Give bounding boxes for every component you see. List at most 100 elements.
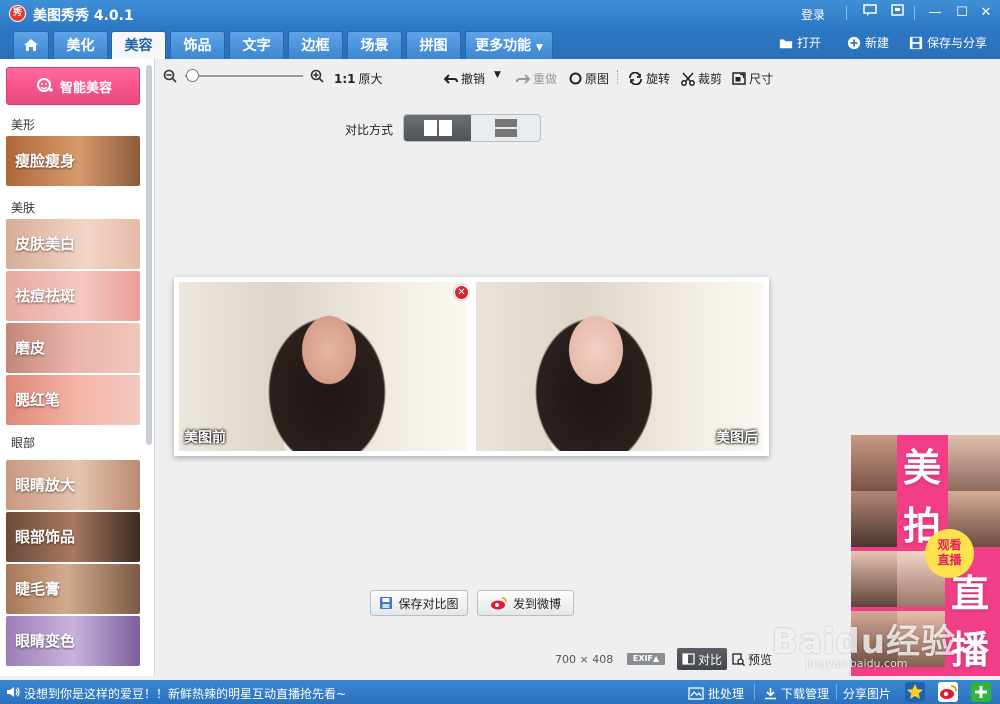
save-icon bbox=[380, 597, 393, 609]
batch-icon bbox=[688, 687, 704, 700]
smart-beauty-button[interactable]: 智能美容 bbox=[6, 67, 140, 105]
chat-icon[interactable] bbox=[860, 4, 880, 22]
circle-icon bbox=[569, 72, 582, 85]
weibo-icon bbox=[490, 597, 507, 610]
maximize-button[interactable]: ☐ bbox=[952, 4, 972, 22]
home-tab[interactable] bbox=[13, 31, 49, 59]
undo-button[interactable]: 撤销 bbox=[444, 70, 485, 87]
zoom-in-icon[interactable] bbox=[310, 69, 324, 83]
toolbar-separator bbox=[617, 70, 618, 84]
photo-divider bbox=[469, 282, 475, 451]
zoom-slider-handle[interactable] bbox=[185, 69, 199, 82]
tab-collage[interactable]: 拼图 bbox=[406, 31, 461, 59]
zoom-slider[interactable] bbox=[185, 75, 303, 77]
tab-beautify[interactable]: 美化 bbox=[53, 31, 108, 59]
sidebar-item-eye-enlarge[interactable]: 眼睛放大 bbox=[6, 460, 140, 510]
sidebar-item-blush[interactable]: 腮红笔 bbox=[6, 375, 140, 425]
minimize-button[interactable]: — bbox=[925, 4, 945, 22]
tab-scene[interactable]: 场景 bbox=[347, 31, 402, 59]
image-dimensions: 700 × 408 bbox=[555, 653, 613, 666]
title-separator bbox=[846, 6, 847, 20]
skin-icon[interactable] bbox=[887, 4, 907, 22]
resize-button[interactable]: 尺寸 bbox=[732, 70, 773, 87]
original-size-button[interactable]: 1:1 原大 bbox=[334, 70, 383, 87]
side-by-side-mode-button[interactable] bbox=[404, 115, 471, 141]
qzone-icon[interactable] bbox=[905, 682, 925, 702]
badge-line: 直播 bbox=[937, 553, 962, 567]
sidebar-item-label: 眼睛变色 bbox=[15, 632, 76, 650]
sidebar-scrollbar[interactable] bbox=[146, 65, 152, 445]
tab-text[interactable]: 文字 bbox=[229, 31, 284, 59]
download-manager-button[interactable]: 下载管理 bbox=[764, 685, 829, 702]
compare-mode-toggle bbox=[403, 114, 541, 142]
image-height: 408 bbox=[592, 653, 614, 666]
before-photo: 美图前 bbox=[179, 282, 467, 451]
redo-icon bbox=[516, 73, 530, 84]
preview-button[interactable]: 预览 bbox=[732, 651, 772, 668]
sidebar: 智能美容 美形 瘦脸瘦身 美肤 皮肤美白 祛痘祛斑 磨皮 腮红笔 眼部 眼睛放大… bbox=[0, 59, 155, 676]
scissors-icon bbox=[681, 72, 695, 86]
sidebar-item-acne[interactable]: 祛痘祛斑 bbox=[6, 271, 140, 321]
preview-icon bbox=[732, 653, 745, 666]
more-share-icon[interactable] bbox=[971, 682, 991, 702]
original-size-label: 原大 bbox=[358, 72, 383, 86]
undo-icon bbox=[444, 73, 458, 84]
tab-more-features[interactable]: 更多功能 ▼ bbox=[465, 31, 553, 59]
preview-label: 预览 bbox=[748, 653, 773, 667]
save-share-button[interactable]: 保存与分享 bbox=[909, 35, 987, 51]
resize-icon bbox=[732, 72, 746, 85]
weibo-share-icon[interactable] bbox=[938, 682, 958, 702]
exif-button[interactable]: EXIF▲ bbox=[627, 653, 665, 665]
zoom-out-icon[interactable] bbox=[163, 69, 177, 83]
stacked-mode-button[interactable] bbox=[471, 115, 540, 141]
close-window-button[interactable]: ✕ bbox=[976, 4, 996, 22]
sidebar-item-label: 睫毛膏 bbox=[15, 580, 61, 598]
save-compare-button[interactable]: 保存对比图 bbox=[370, 590, 468, 616]
original-image-button[interactable]: 原图 bbox=[569, 70, 609, 87]
compare-mode-label: 对比方式 bbox=[345, 123, 394, 137]
nav-bar: 美化 美容 饰品 文字 边框 场景 拼图 更多功能 ▼ 打开 新建 保存与分享 bbox=[0, 28, 1000, 59]
resize-label: 尺寸 bbox=[749, 72, 774, 86]
post-weibo-label: 发到微博 bbox=[512, 596, 561, 611]
sidebar-item-whitening[interactable]: 皮肤美白 bbox=[6, 219, 140, 269]
tab-beauty[interactable]: 美容 bbox=[111, 31, 166, 59]
rotate-label: 旋转 bbox=[646, 72, 671, 86]
rotate-button[interactable]: 旋转 bbox=[628, 70, 670, 87]
redo-button[interactable]: 重做 bbox=[516, 70, 557, 87]
section-label-eyes: 眼部 bbox=[11, 436, 36, 450]
smart-beauty-label: 智能美容 bbox=[59, 80, 112, 96]
tab-frame[interactable]: 边框 bbox=[288, 31, 343, 59]
undo-dropdown-icon[interactable]: ▼ bbox=[494, 70, 501, 80]
app-logo-icon: 秀 bbox=[9, 5, 26, 22]
save-icon bbox=[909, 36, 923, 50]
ad-char: 美 bbox=[903, 446, 942, 490]
batch-process-button[interactable]: 批处理 bbox=[688, 685, 744, 702]
new-button[interactable]: 新建 bbox=[847, 35, 889, 51]
share-image-button[interactable]: 分享图片 bbox=[843, 685, 891, 702]
tab-accessories[interactable]: 饰品 bbox=[170, 31, 225, 59]
open-button[interactable]: 打开 bbox=[779, 35, 821, 51]
redo-label: 重做 bbox=[533, 72, 558, 86]
original-image-label: 原图 bbox=[585, 72, 610, 86]
ad-char: 播 bbox=[951, 628, 990, 672]
status-separator bbox=[836, 684, 837, 700]
compare-view-button[interactable]: 对比 bbox=[677, 648, 727, 670]
sidebar-item-eye-accessories[interactable]: 眼部饰品 bbox=[6, 512, 140, 562]
ad-photo bbox=[948, 435, 1000, 491]
sidebar-item-mascara[interactable]: 睫毛膏 bbox=[6, 564, 140, 614]
section-label-skin: 美肤 bbox=[11, 201, 36, 215]
crop-button[interactable]: 裁剪 bbox=[681, 70, 722, 87]
compare-view-label: 对比 bbox=[697, 652, 722, 667]
watch-live-badge[interactable]: 观看 直播 bbox=[925, 529, 974, 578]
close-compare-icon[interactable]: ✕ bbox=[454, 285, 469, 300]
sidebar-item-smooth[interactable]: 磨皮 bbox=[6, 323, 140, 373]
comparison-frame: 美图前 美图后 bbox=[174, 277, 769, 456]
sidebar-item-slim[interactable]: 瘦脸瘦身 bbox=[6, 136, 140, 186]
plus-circle-icon bbox=[847, 36, 861, 50]
post-weibo-button[interactable]: 发到微博 bbox=[477, 590, 574, 616]
sidebar-item-eye-color[interactable]: 眼睛变色 bbox=[6, 616, 140, 666]
sidebar-item-label: 祛痘祛斑 bbox=[15, 287, 76, 305]
login-link[interactable]: 登录 bbox=[801, 6, 825, 23]
sidebar-item-label: 眼睛放大 bbox=[15, 476, 76, 494]
status-message[interactable]: 没想到你是这样的爱豆！！新鲜热辣的明星互动直播抢先看~ bbox=[24, 685, 346, 702]
